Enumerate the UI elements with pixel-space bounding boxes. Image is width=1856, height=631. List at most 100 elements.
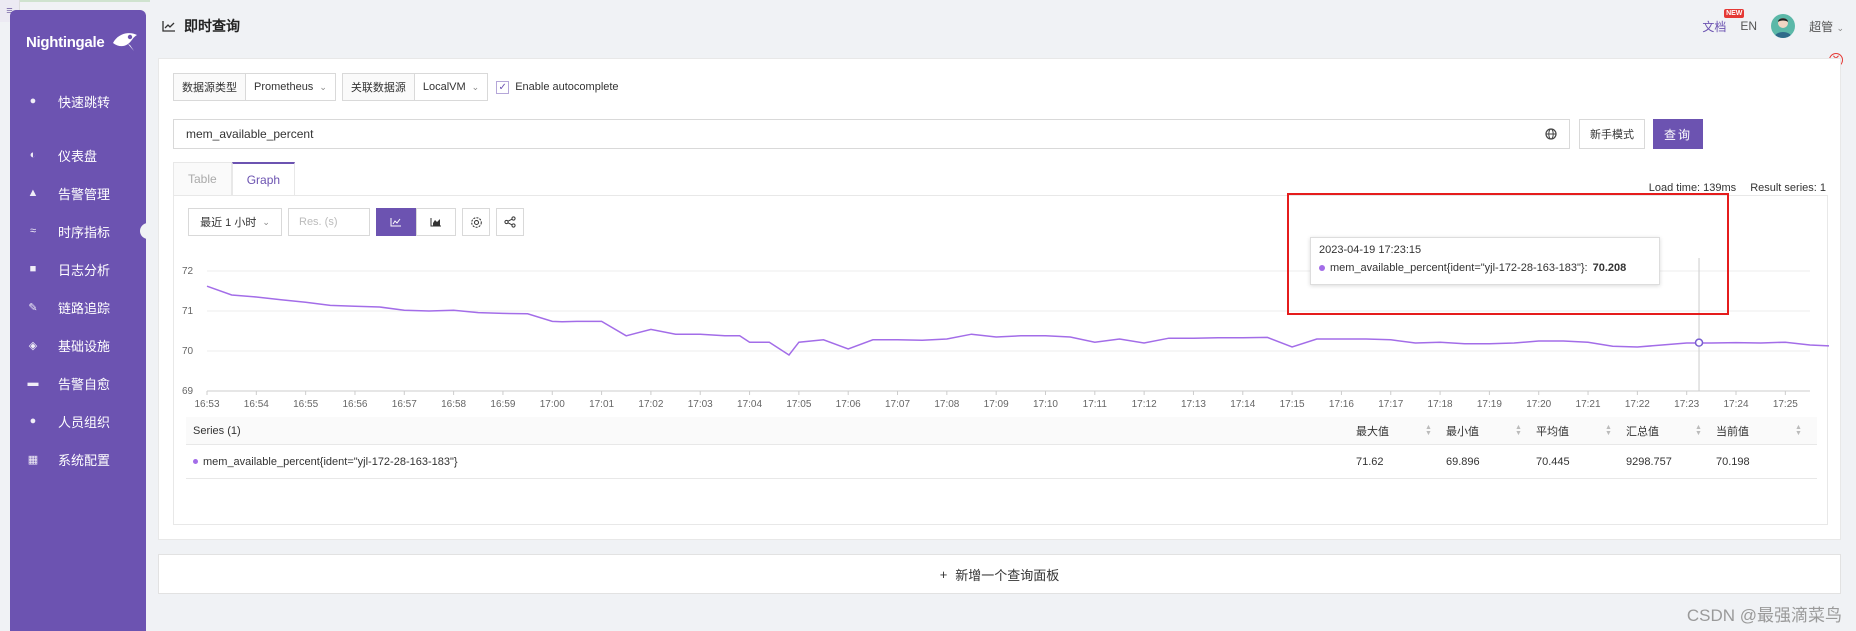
tab-table[interactable]: Table — [173, 162, 232, 196]
user-avatar-icon — [1774, 18, 1793, 38]
docs-link[interactable]: 文档 NEW — [1702, 8, 1745, 35]
x-tick-label: 17:12 — [1132, 399, 1157, 410]
sort-icon: ▲ ▼ — [1515, 423, 1522, 437]
query-panel: 数据源类型 Prometheus ⌄ 关联数据源 LocalVM ⌄ ✓ Enabl… — [158, 58, 1841, 540]
legend-avg-header[interactable]: 平均值 ▲ ▼ — [1536, 417, 1612, 444]
x-tick-label: 17:14 — [1230, 399, 1255, 410]
x-tick-label: 16:57 — [392, 399, 417, 410]
chevron-down-icon: ⌄ — [262, 216, 270, 227]
sidebar-item-3[interactable]: ≈ 时序指标 — [10, 212, 152, 250]
username: 超管 — [1809, 19, 1834, 34]
tooltip-value: 70.208 — [1592, 262, 1627, 274]
time-range-select[interactable]: 最近 1 小时 ⌄ — [188, 208, 282, 236]
datasource-value[interactable]: LocalVM ⌄ — [415, 74, 487, 100]
datasource-row: 数据源类型 Prometheus ⌄ 关联数据源 LocalVM ⌄ ✓ Enabl… — [173, 73, 619, 101]
x-tick-label: 17:06 — [836, 399, 861, 410]
sort-icon: ▲ ▼ — [1795, 423, 1802, 437]
legend-min-header[interactable]: 最小值 ▲ ▼ — [1446, 417, 1522, 444]
chevron-down-icon: ⌄ — [1836, 22, 1844, 33]
x-tick-label: 17:16 — [1329, 399, 1354, 410]
y-tick-label: 69 — [182, 386, 194, 397]
sort-icon: ▲ ▼ — [1695, 423, 1702, 437]
x-tick-label: 16:53 — [194, 399, 219, 410]
legend-max-header[interactable]: 最大值 ▲ ▼ — [1356, 417, 1432, 444]
sidebar-item-label: 人员组织 — [58, 414, 111, 430]
load-time: Load time: 139ms — [1648, 182, 1737, 194]
autocomplete-checkbox[interactable]: ✓ Enable autocomplete — [496, 80, 619, 94]
settings-gear-icon[interactable] — [462, 208, 490, 236]
datasource-type-value[interactable]: Prometheus ⌄ — [246, 74, 335, 100]
datasource-type-select[interactable]: 数据源类型 Prometheus ⌄ — [173, 73, 336, 101]
x-tick-label: 17:21 — [1576, 399, 1601, 410]
area-chart-toggle-icon[interactable] — [416, 208, 456, 236]
legend-avg-value: 70.445 — [1536, 455, 1570, 468]
legend-series-name[interactable]: mem_available_percent{ident="yjl-172-28-… — [193, 445, 458, 478]
x-tick-label: 17:08 — [934, 399, 959, 410]
autocomplete-label: Enable autocomplete — [515, 81, 619, 93]
datasource-select[interactable]: 关联数据源 LocalVM ⌄ — [341, 73, 489, 101]
max-header-label: 最大值 — [1356, 425, 1389, 438]
dashboard-icon: ◐ — [29, 149, 37, 161]
legend-row[interactable]: mem_available_percent{ident="yjl-172-28-… — [186, 445, 1817, 479]
sidebar-item-9[interactable]: ▦ 系统配置 — [10, 440, 146, 478]
sidebar-item-label: 基础设施 — [58, 338, 111, 354]
legend-sum-value: 9298.757 — [1626, 455, 1672, 468]
share-icon[interactable] — [496, 208, 524, 236]
sidebar-item-label: 日志分析 — [58, 262, 111, 278]
datasource-type-text: Prometheus — [254, 81, 314, 93]
sidebar-item-8[interactable]: ● 人员组织 — [10, 402, 146, 440]
watermark: CSDN @最强滴菜鸟 — [1686, 606, 1842, 625]
header: 即时查询 文档 NEW EN 超管 ⌄ — [150, 0, 1856, 52]
language-switch[interactable]: EN — [1740, 19, 1757, 33]
x-tick-label: 17:24 — [1723, 399, 1748, 410]
sidebar-nav: ● 快速跳转 ◐ 仪表盘 ▲ 告警管理 ≈ 时序指标 ■ 日志分析 ✎ 链路追踪 ◈ 基础设施 ▬ 告警自愈 ●… — [10, 82, 152, 478]
min-header-label: 最小值 — [1446, 425, 1479, 438]
new-badge: NEW — [1724, 8, 1745, 18]
chevron-down-icon: ⌄ — [471, 81, 480, 92]
line-chart-toggle-icon[interactable] — [376, 208, 416, 236]
sidebar-item-label: 时序指标 — [58, 224, 111, 240]
series-line — [206, 285, 1829, 357]
legend-current-header[interactable]: 当前值 ▲ ▼ — [1716, 417, 1802, 444]
datasource-label: 关联数据源 — [342, 74, 415, 100]
sidebar-item-7[interactable]: ▬ 告警自愈 — [10, 364, 146, 402]
x-tick-label: 17:15 — [1280, 399, 1305, 410]
time-range-text: 最近 1 小时 — [200, 217, 257, 229]
sidebar-item-1[interactable]: ◐ 仪表盘 — [10, 136, 146, 174]
avatar[interactable] — [1771, 14, 1796, 38]
sidebar-item-2[interactable]: ▲ 告警管理 — [10, 174, 146, 212]
legend-header: Series (1) 最大值 ▲ ▼ 最小值 ▲ ▼ 平均值 ▲ ▼ 汇总值 ▲ ▼ 当前值 ▲ ▼ — [186, 417, 1817, 445]
add-query-panel-button[interactable]: + 新增一个查询面板 — [158, 554, 1841, 594]
sum-header-label: 汇总值 — [1626, 425, 1659, 438]
promql-input[interactable]: mem_available_percent — [173, 119, 1570, 149]
tooltip-series-name: mem_available_percent{ident="yjl-172-28-… — [1330, 262, 1588, 274]
globe-icon[interactable] — [1545, 128, 1557, 140]
query-button[interactable]: 查询 — [1653, 119, 1703, 149]
legend-series-header: Series (1) — [193, 424, 241, 437]
legend-sum-header[interactable]: 汇总值 ▲ ▼ — [1626, 417, 1702, 444]
infra-icon: ◈ — [28, 339, 38, 352]
sidebar-item-5[interactable]: ✎ 链路追踪 — [10, 288, 146, 326]
x-tick-label: 17:18 — [1428, 399, 1453, 410]
line-chart-icon — [390, 218, 401, 227]
resolution-input[interactable]: Res. (s) — [288, 208, 370, 236]
document-icon: ■ — [29, 263, 37, 275]
chart-tooltip: 2023-04-19 17:23:15 mem_available_percen… — [1310, 237, 1660, 285]
tab-graph[interactable]: Graph — [231, 162, 296, 196]
x-tick-label: 16:58 — [441, 399, 466, 410]
graph-toolbar: 最近 1 小时 ⌄ Res. (s) — [188, 208, 524, 236]
logo[interactable]: Nightingale — [10, 10, 146, 74]
tooltip-series: mem_available_percent{ident="yjl-172-28-… — [1319, 262, 1651, 274]
sort-icon: ▲ ▼ — [1605, 423, 1612, 437]
novice-mode-button[interactable]: 新手模式 — [1579, 119, 1645, 149]
search-icon: ● — [29, 95, 37, 107]
sidebar-item-4[interactable]: ■ 日志分析 — [10, 250, 146, 288]
gear-icon — [470, 216, 482, 228]
sidebar-item-6[interactable]: ◈ 基础设施 — [10, 326, 146, 364]
username-menu[interactable]: 超管 ⌄ — [1809, 18, 1844, 35]
x-tick-label: 16:55 — [293, 399, 318, 410]
sidebar-item-0[interactable]: ● 快速跳转 — [10, 82, 146, 120]
chevron-down-icon: ⌄ — [319, 81, 327, 92]
user-icon: ● — [29, 415, 37, 427]
x-tick-label: 17:01 — [589, 399, 614, 410]
